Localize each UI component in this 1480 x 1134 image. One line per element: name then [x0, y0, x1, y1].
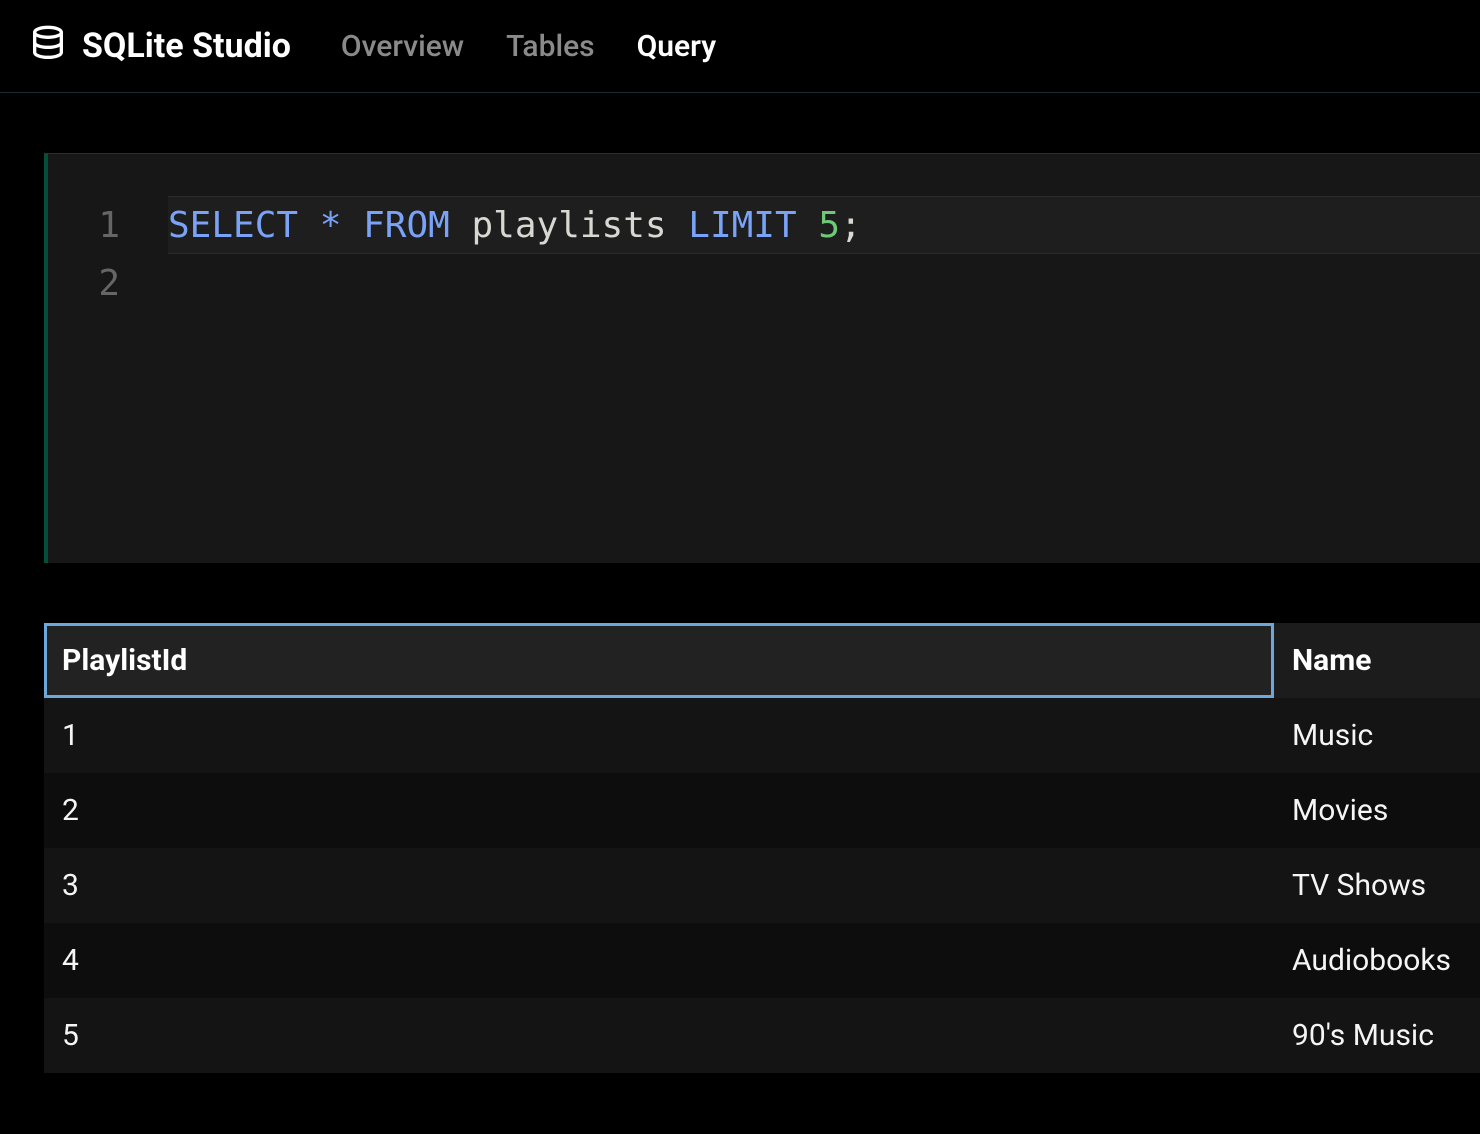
line-content[interactable]: SELECT * FROM playlists LIMIT 5;: [168, 196, 1480, 254]
table-header-row: PlaylistIdName: [44, 623, 1480, 698]
app-logo[interactable]: SQLite Studio: [28, 24, 291, 68]
table-row[interactable]: 1Music: [44, 698, 1480, 773]
sql-editor[interactable]: 1SELECT * FROM playlists LIMIT 5;2: [44, 153, 1480, 563]
table-row[interactable]: 2Movies: [44, 773, 1480, 848]
table-row[interactable]: 590's Music: [44, 998, 1480, 1073]
editor-line[interactable]: 1SELECT * FROM playlists LIMIT 5;: [48, 196, 1480, 254]
nav-item-overview[interactable]: Overview: [341, 29, 464, 64]
app-title: SQLite Studio: [82, 26, 291, 66]
cell[interactable]: Movies: [1274, 773, 1480, 848]
line-number: 2: [48, 263, 168, 304]
nav: Overview Tables Query: [341, 29, 716, 64]
editor-line[interactable]: 2: [48, 254, 1480, 312]
database-icon: [28, 24, 68, 68]
cell[interactable]: Audiobooks: [1274, 923, 1480, 998]
line-content[interactable]: [168, 254, 1480, 312]
cell[interactable]: TV Shows: [1274, 848, 1480, 923]
column-header-name[interactable]: Name: [1274, 623, 1480, 698]
cell[interactable]: 90's Music: [1274, 998, 1480, 1073]
cell[interactable]: 3: [44, 848, 1274, 923]
cell[interactable]: 4: [44, 923, 1274, 998]
cell[interactable]: 2: [44, 773, 1274, 848]
results-table: PlaylistIdName 1Music2Movies3TV Shows4Au…: [44, 623, 1480, 1073]
column-header-playlistid[interactable]: PlaylistId: [44, 623, 1274, 698]
header: SQLite Studio Overview Tables Query: [0, 0, 1480, 93]
nav-item-query[interactable]: Query: [637, 29, 717, 64]
cell[interactable]: Music: [1274, 698, 1480, 773]
table-row[interactable]: 4Audiobooks: [44, 923, 1480, 998]
cell[interactable]: 1: [44, 698, 1274, 773]
line-number: 1: [48, 205, 168, 246]
cell[interactable]: 5: [44, 998, 1274, 1073]
nav-item-tables[interactable]: Tables: [506, 29, 595, 64]
table-row[interactable]: 3TV Shows: [44, 848, 1480, 923]
